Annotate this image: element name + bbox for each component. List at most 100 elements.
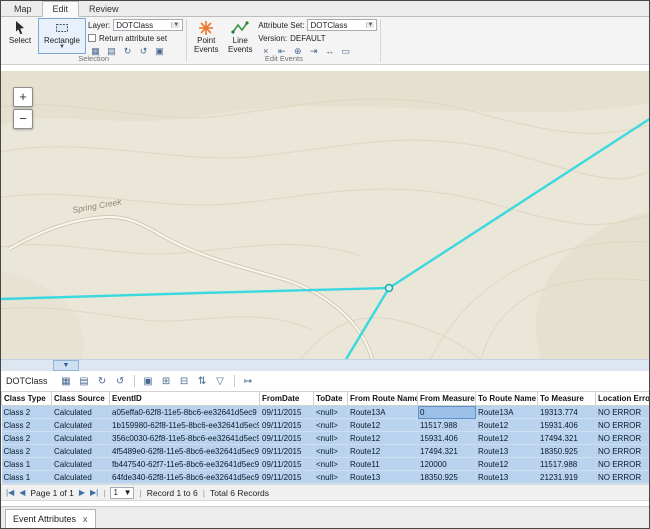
table-cell[interactable]: 356c0030-62f8-11e5-8bc6-ee32641d5ec9 <box>110 432 260 445</box>
column-header[interactable]: Class Type <box>2 392 52 406</box>
table-cell[interactable]: 4f5489e0-62f8-11e5-8bc6-ee32641d5ec9 <box>110 445 260 458</box>
table-row[interactable]: Class 2Calculateda05effa0-62f8-11e5-8bc6… <box>2 406 650 419</box>
table-cell[interactable]: Class 2 <box>2 419 52 432</box>
table-cell[interactable]: NO ERROR <box>596 419 650 432</box>
table-cell[interactable]: 17494.321 <box>538 432 596 445</box>
table-cell[interactable]: fb447540-62f7-11e5-8bc6-ee32641d5ec9 <box>110 458 260 471</box>
table-cell[interactable]: NO ERROR <box>596 432 650 445</box>
column-header[interactable]: Class Source <box>52 392 110 406</box>
table-cell[interactable]: a05effa0-62f8-11e5-8bc6-ee32641d5ec9 <box>110 406 260 419</box>
table-cell[interactable]: 120000 <box>418 458 476 471</box>
rectangle-tool-button[interactable]: Rectangle ▼ <box>38 18 86 54</box>
sort-records-icon[interactable]: ⇅ <box>194 374 211 389</box>
prev-page-icon[interactable]: ◀ <box>19 488 25 498</box>
table-cell[interactable]: 09/11/2015 <box>260 471 314 484</box>
table-cell[interactable]: Route13 <box>348 471 418 484</box>
table-cell[interactable]: 11517.988 <box>418 419 476 432</box>
attribute-set-select[interactable]: DOTClass ▼ <box>307 19 377 31</box>
table-cell[interactable]: 18350.925 <box>538 445 596 458</box>
filter-records-icon[interactable]: ▽ <box>212 374 229 389</box>
table-cell[interactable]: 09/11/2015 <box>260 419 314 432</box>
table-cell[interactable]: NO ERROR <box>596 458 650 471</box>
tab-edit[interactable]: Edit <box>42 1 80 17</box>
table-cell[interactable]: Calculated <box>52 458 110 471</box>
zoom-out-button[interactable]: − <box>13 109 33 129</box>
table-cell[interactable]: <null> <box>314 458 348 471</box>
table-cell[interactable]: Class 2 <box>2 406 52 419</box>
route-junction-marker[interactable] <box>386 285 393 292</box>
column-header[interactable]: To Measure <box>538 392 596 406</box>
table-row[interactable]: Class 1Calculated64fde340-62f8-11e5-8bc6… <box>2 471 650 484</box>
table-cell[interactable]: 18350.925 <box>418 471 476 484</box>
table-cell[interactable]: Class 2 <box>2 445 52 458</box>
table-cell[interactable]: 09/11/2015 <box>260 406 314 419</box>
table-cell[interactable]: NO ERROR <box>596 406 650 419</box>
table-cell[interactable]: Route13 <box>476 445 538 458</box>
return-attribute-set-checkbox[interactable] <box>88 34 96 42</box>
table-cell[interactable]: Route12 <box>348 432 418 445</box>
table-cell[interactable]: 09/11/2015 <box>260 458 314 471</box>
column-header[interactable]: Location Error <box>596 392 650 406</box>
table-cell[interactable]: 21231.919 <box>538 471 596 484</box>
table-cell[interactable]: 15931.406 <box>538 419 596 432</box>
rectangle-dropdown-caret[interactable]: ▼ <box>59 45 65 50</box>
column-header[interactable]: ToDate <box>314 392 348 406</box>
table-cell[interactable]: Route12 <box>476 458 538 471</box>
next-page-icon[interactable]: ▶ <box>79 488 85 498</box>
table-cell[interactable]: Calculated <box>52 432 110 445</box>
add-record-icon[interactable]: ⊞ <box>158 374 175 389</box>
table-cell[interactable]: Route12 <box>476 419 538 432</box>
table-row[interactable]: Class 1Calculatedfb447540-62f7-11e5-8bc6… <box>2 458 650 471</box>
tab-map[interactable]: Map <box>4 2 42 16</box>
table-cell[interactable]: Class 1 <box>2 471 52 484</box>
table-cell[interactable]: Class 1 <box>2 458 52 471</box>
tab-review[interactable]: Review <box>79 2 129 16</box>
panel-splitter[interactable]: ▼ <box>1 359 649 371</box>
table-row[interactable]: Class 2Calculated1b159980-62f8-11e5-8bc6… <box>2 419 650 432</box>
line-events-button[interactable]: Line Events <box>224 18 256 54</box>
table-cell[interactable]: NO ERROR <box>596 445 650 458</box>
table-cell[interactable]: Route11 <box>348 458 418 471</box>
table-cell[interactable]: 64fde340-62f8-11e5-8bc6-ee32641d5ec9 <box>110 471 260 484</box>
table-cell[interactable]: 19313.774 <box>538 406 596 419</box>
map-view[interactable]: Spring Creek + − <box>1 71 649 359</box>
table-cell[interactable]: Route13 <box>476 471 538 484</box>
column-header[interactable]: EventID <box>110 392 260 406</box>
attribute-grid-icon[interactable]: ▦ <box>58 374 75 389</box>
table-cell[interactable]: 15931.406 <box>418 432 476 445</box>
table-cell[interactable]: 11517.988 <box>538 458 596 471</box>
table-cell[interactable]: Route12 <box>348 445 418 458</box>
table-cell[interactable]: Calculated <box>52 419 110 432</box>
table-cell[interactable]: 09/11/2015 <box>260 445 314 458</box>
first-page-icon[interactable]: |◀ <box>6 488 14 498</box>
last-page-icon[interactable]: ▶| <box>90 488 98 498</box>
measure-icon[interactable]: ↦ <box>240 374 257 389</box>
table-cell[interactable]: Calculated <box>52 406 110 419</box>
record-view-icon[interactable]: ▤ <box>76 374 93 389</box>
table-cell[interactable]: 1b159980-62f8-11e5-8bc6-ee32641d5ec9 <box>110 419 260 432</box>
layer-select[interactable]: DOTClass ▼ <box>113 19 183 31</box>
table-cell[interactable]: <null> <box>314 419 348 432</box>
table-cell[interactable]: Calculated <box>52 445 110 458</box>
refresh-table-icon[interactable]: ↻ <box>94 374 111 389</box>
table-cell[interactable]: NO ERROR <box>596 471 650 484</box>
collapse-panel-button[interactable]: ▼ <box>53 360 79 371</box>
table-row[interactable]: Class 2Calculated4f5489e0-62f8-11e5-8bc6… <box>2 445 650 458</box>
column-header[interactable]: FromDate <box>260 392 314 406</box>
table-cell[interactable]: Class 2 <box>2 432 52 445</box>
table-cell[interactable]: <null> <box>314 445 348 458</box>
table-cell[interactable]: <null> <box>314 432 348 445</box>
table-cell[interactable]: Route12 <box>476 432 538 445</box>
select-tool-button[interactable]: Select <box>4 18 36 54</box>
delete-record-icon[interactable]: ⊟ <box>176 374 193 389</box>
reload-table-icon[interactable]: ↺ <box>112 374 129 389</box>
table-cell[interactable]: <null> <box>314 471 348 484</box>
table-cell[interactable]: Route13A <box>348 406 418 419</box>
table-cell[interactable]: <null> <box>314 406 348 419</box>
point-events-button[interactable]: Point Events <box>190 18 222 54</box>
table-row[interactable]: Class 2Calculated356c0030-62f8-11e5-8bc6… <box>2 432 650 445</box>
save-edits-icon[interactable]: ▣ <box>140 374 157 389</box>
page-size-select[interactable]: 1 ▼ <box>110 487 134 499</box>
map-canvas[interactable]: Spring Creek <box>1 71 649 359</box>
close-icon[interactable]: x <box>83 514 88 524</box>
